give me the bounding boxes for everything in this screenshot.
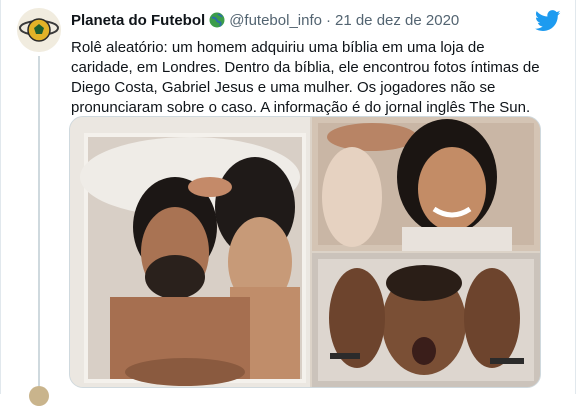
author-name[interactable]: Planeta do Futebol: [71, 12, 205, 29]
tweet-header: Planeta do Futebol @futebol_info · 21 de de…: [71, 12, 535, 33]
thread-line: [38, 56, 40, 386]
photo-3[interactable]: [312, 253, 540, 387]
photo-1[interactable]: [70, 117, 310, 387]
author-handle[interactable]: @futebol_info: [229, 12, 322, 29]
globe-icon: [209, 12, 225, 33]
twitter-bird-icon[interactable]: [534, 10, 561, 32]
tweet-text: Rolê aleatório: um homem adquiriu uma bí…: [71, 39, 540, 116]
media-grid[interactable]: [69, 116, 541, 388]
tweet-date[interactable]: 21 de dez de 2020: [335, 12, 459, 29]
separator-dot: ·: [325, 12, 331, 29]
next-tweet-avatar[interactable]: [29, 386, 49, 406]
photo-2[interactable]: [312, 117, 540, 251]
author-avatar[interactable]: [17, 8, 61, 52]
ball-logo-icon: [17, 8, 61, 52]
tweet-card[interactable]: Planeta do Futebol @futebol_info · 21 de de…: [0, 0, 576, 406]
